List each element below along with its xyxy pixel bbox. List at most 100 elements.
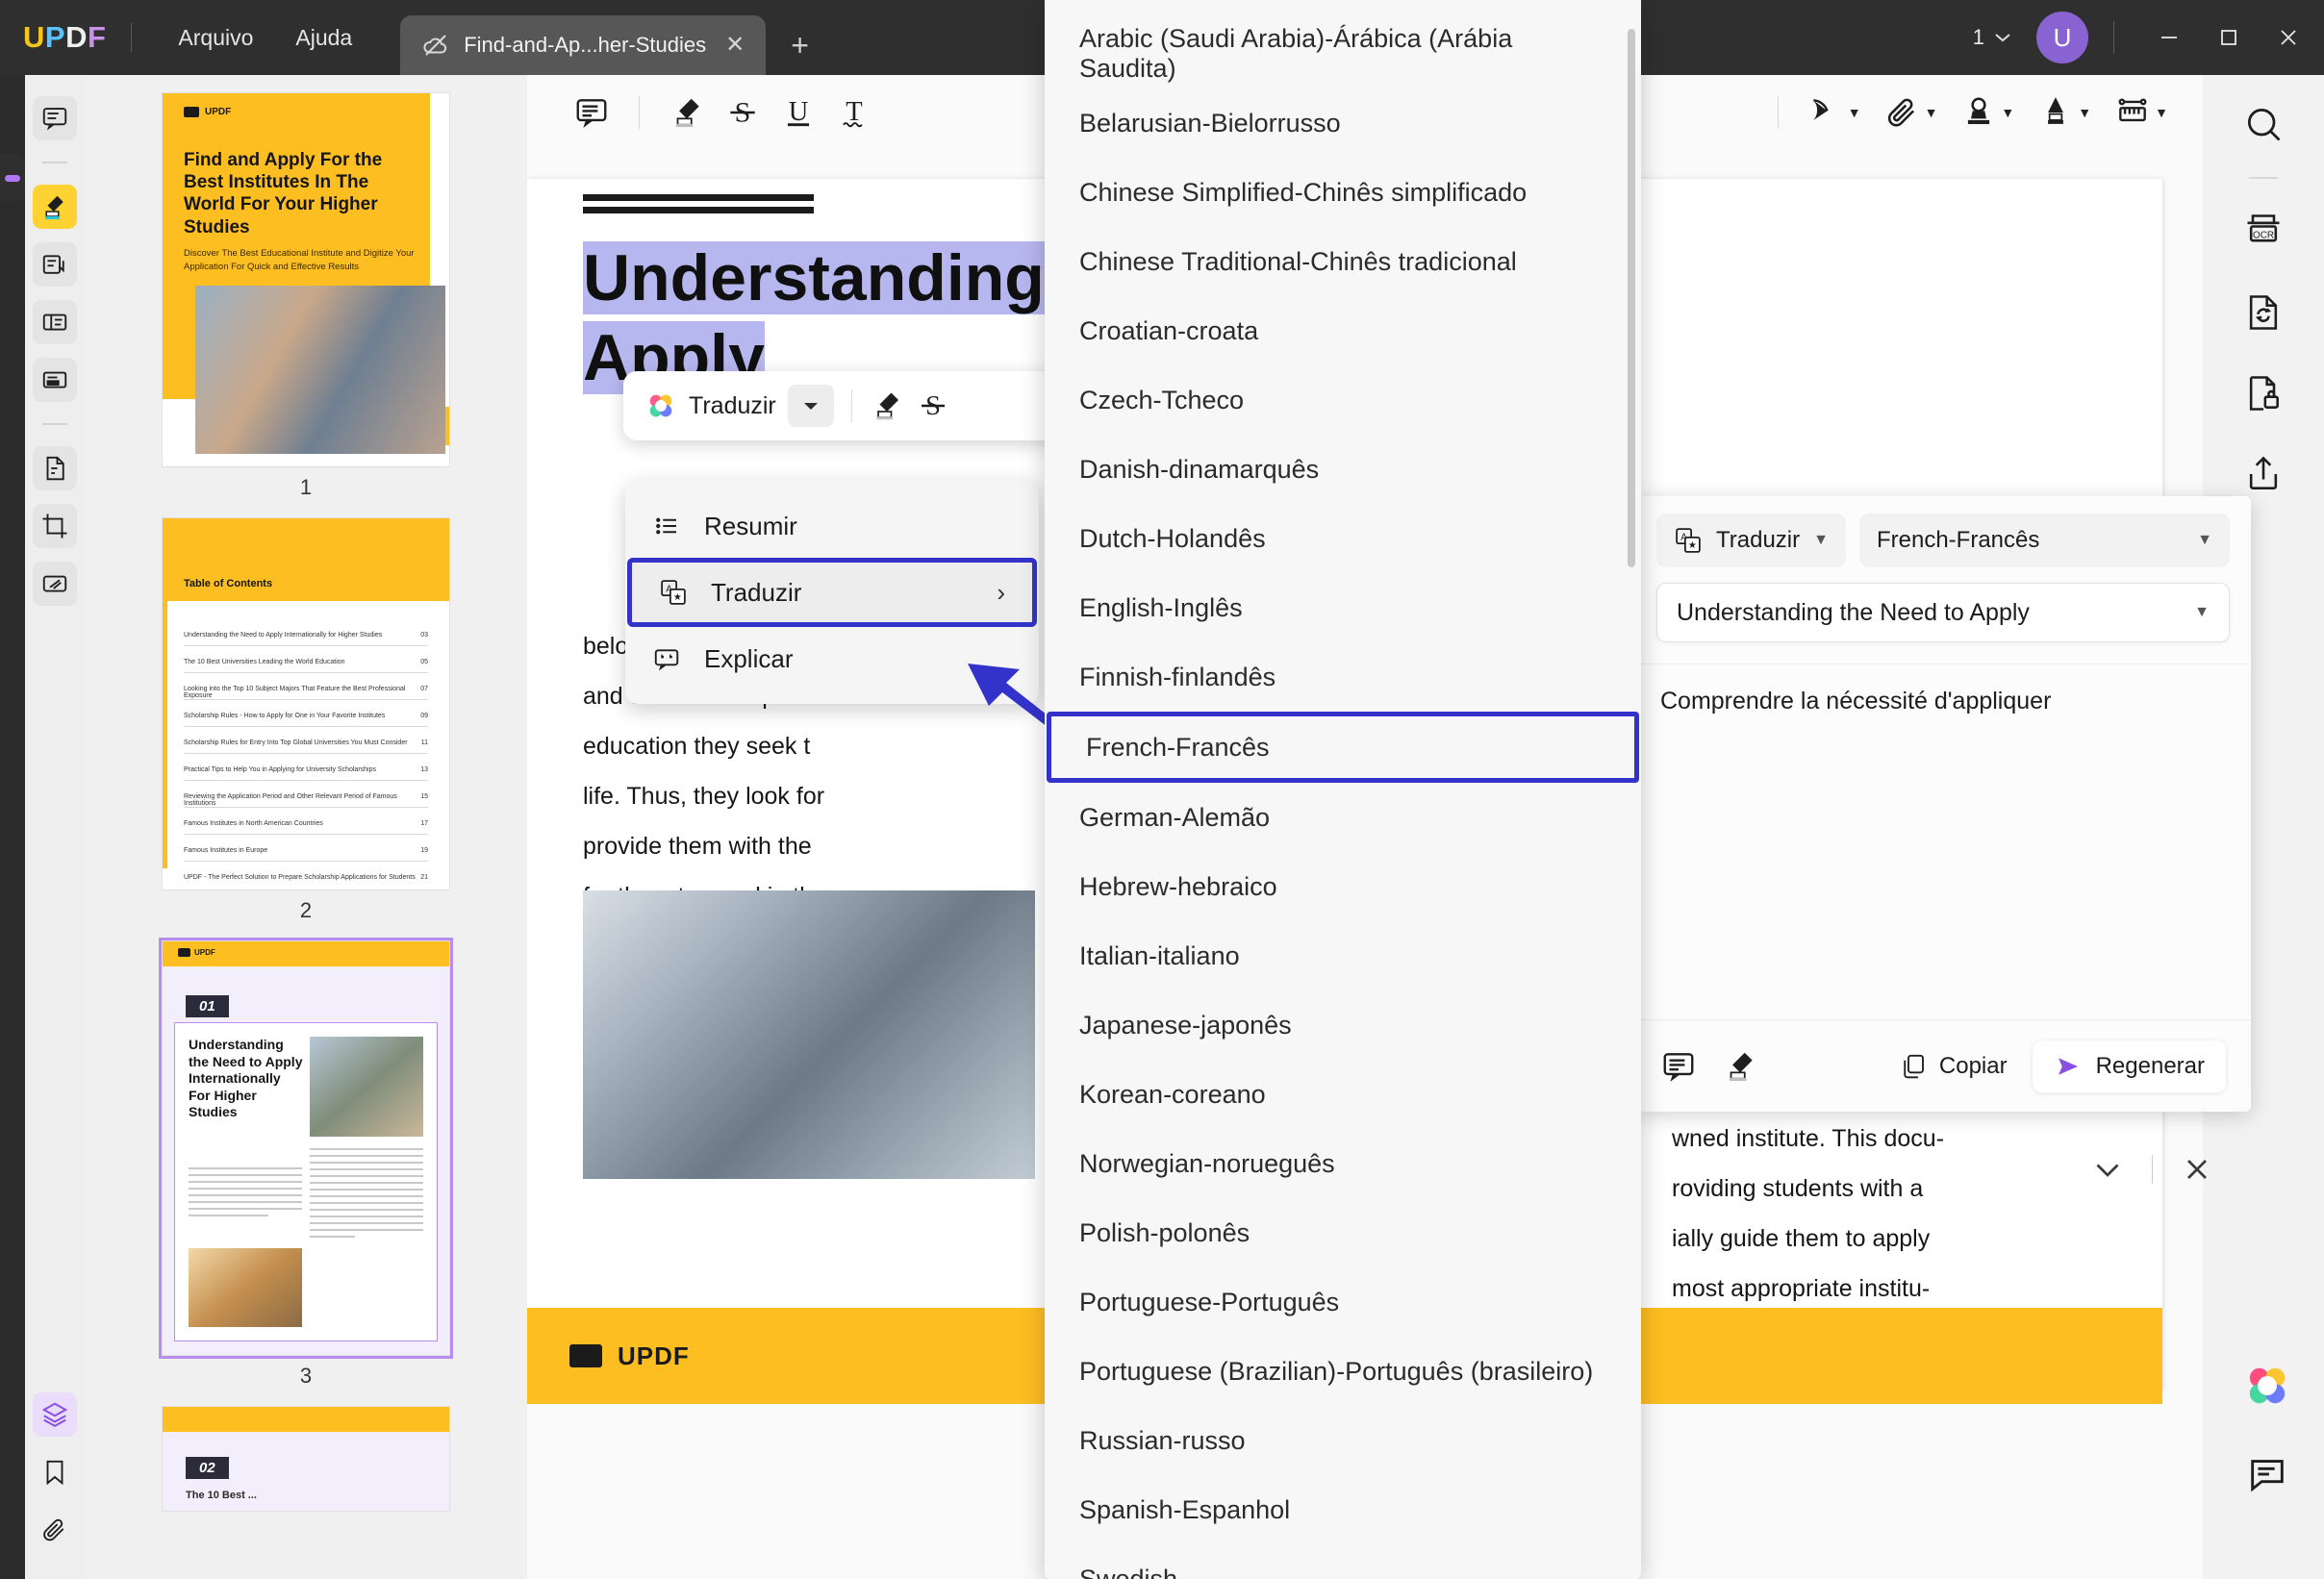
rail-item-ocr-tool[interactable]: OCR	[2236, 204, 2291, 260]
copy-button[interactable]: Copiar	[1899, 1052, 2008, 1081]
language-option-7[interactable]: Dutch-Holandês	[1045, 504, 1641, 573]
language-option-16[interactable]: Norwegian-norueguês	[1045, 1129, 1641, 1198]
rail-item-read-mode-tool[interactable]	[33, 300, 77, 344]
chevron-down-icon[interactable]: ▼	[2197, 532, 2212, 549]
squiggly-tool-button[interactable]: T	[826, 85, 882, 140]
window-close-button[interactable]	[2259, 8, 2318, 67]
ai-note-icon[interactable]	[1660, 1048, 1697, 1085]
language-option-11[interactable]: German-Alemão	[1045, 783, 1641, 852]
menu-ajuda[interactable]: Ajuda	[274, 17, 373, 59]
language-option-4[interactable]: Croatian-croata	[1045, 296, 1641, 365]
language-option-18[interactable]: Portuguese-Português	[1045, 1267, 1641, 1337]
context-menu-item-traduzir[interactable]: A ★ Traduzir ›	[627, 558, 1037, 627]
close-icon[interactable]: ✕	[725, 34, 745, 57]
language-option-12[interactable]: Hebrew-hebraico	[1045, 852, 1641, 921]
ai-assistant-button[interactable]	[2237, 1356, 2297, 1416]
language-option-22[interactable]: Swedish-	[1045, 1544, 1641, 1579]
rail-item-bookmarks-tool[interactable]	[33, 1450, 77, 1494]
language-option-2[interactable]: Chinese Simplified-Chinês simplificado	[1045, 158, 1641, 227]
selection-highlight-icon[interactable]	[870, 388, 904, 423]
menu-arquivo[interactable]: Arquivo	[157, 17, 274, 59]
language-option-21[interactable]: Spanish-Espanhol	[1045, 1475, 1641, 1544]
thumbnail-page-4[interactable]: 02 The 10 Best ...	[162, 1406, 450, 1512]
language-option-0[interactable]: Arabic (Saudi Arabia)-Árábica (Arábia Sa…	[1045, 19, 1641, 88]
highlight-tool-button[interactable]	[659, 85, 715, 140]
avatar[interactable]: U	[2036, 12, 2088, 63]
language-dropdown[interactable]: Arabic (Saudi Arabia)-Árábica (Arábia Sa…	[1045, 0, 1641, 1579]
measure-caret-icon[interactable]: ▼	[2155, 105, 2168, 120]
language-option-9[interactable]: Finnish-finlandês	[1045, 642, 1641, 712]
signature-caret-icon[interactable]: ▼	[2078, 105, 2091, 120]
rail-item-share-tool[interactable]	[2236, 446, 2291, 502]
ai-highlight-icon[interactable]	[1722, 1048, 1758, 1085]
selection-strikethrough-icon[interactable]: S	[916, 388, 950, 423]
thumbnail-item-4[interactable]: 02 The 10 Best ...	[162, 1406, 450, 1512]
language-option-5[interactable]: Czech-Tcheco	[1045, 365, 1641, 435]
language-option-6[interactable]: Danish-dinamarquês	[1045, 435, 1641, 504]
thumbnail-panel[interactable]: UPDF Find and Apply For the Best Institu…	[85, 75, 527, 1579]
minimize-button[interactable]	[2139, 8, 2199, 67]
document-tab[interactable]: Find-and-Ap...her-Studies ✕	[400, 15, 766, 75]
rail-item-organize-pages-tool[interactable]	[33, 242, 77, 287]
note-tool-button[interactable]	[564, 85, 619, 140]
page2-entry-9: UPDF - The Perfect Solution to Prepare S…	[184, 874, 428, 881]
rail-item-protect-tool[interactable]	[2236, 365, 2291, 421]
strikethrough-tool-button[interactable]: S	[715, 85, 770, 140]
maximize-button[interactable]	[2199, 8, 2259, 67]
close-panel-button[interactable]	[2174, 1146, 2220, 1192]
rail-item-comment-tool[interactable]	[33, 96, 77, 140]
rail-item-crop-tool[interactable]	[33, 504, 77, 548]
thumbnail-page-3[interactable]: UPDF 01 Understanding the Need to Apply …	[162, 940, 450, 1356]
language-option-15[interactable]: Korean-coreano	[1045, 1060, 1641, 1129]
rail-item-convert-tool[interactable]	[33, 446, 77, 490]
language-option-8[interactable]: English-Inglês	[1045, 573, 1641, 642]
thumbnail-page-1[interactable]: UPDF Find and Apply For the Best Institu…	[162, 92, 450, 467]
language-option-19[interactable]: Portuguese (Brazilian)-Português (brasil…	[1045, 1337, 1641, 1406]
thumbnail-item-1[interactable]: UPDF Find and Apply For the Best Institu…	[162, 92, 450, 500]
underline-tool-button[interactable]: U	[770, 85, 826, 140]
attachment-caret-icon[interactable]: ▼	[1925, 105, 1938, 120]
language-option-13[interactable]: Italian-italiano	[1045, 921, 1641, 990]
language-option-3[interactable]: Chinese Traditional-Chinês tradicional	[1045, 227, 1641, 296]
rail-item-highlight-tool[interactable]	[33, 185, 77, 229]
stamp-caret-icon[interactable]: ▼	[2001, 105, 2014, 120]
sidebar-collapse-handle[interactable]	[0, 154, 25, 202]
new-tab-button[interactable]: +	[791, 28, 809, 63]
rail-item-edit-pdf-tool[interactable]	[33, 358, 77, 402]
language-option-14[interactable]: Japanese-japonês	[1045, 990, 1641, 1060]
measure-tool-button[interactable]	[2105, 85, 2160, 140]
feedback-button[interactable]	[2237, 1444, 2297, 1504]
pen-caret-icon[interactable]: ▼	[1848, 105, 1861, 120]
page-counter[interactable]: 1	[1973, 25, 2011, 50]
collapse-panel-button[interactable]	[2084, 1146, 2131, 1192]
selection-toolbar[interactable]: Traduzir S	[623, 371, 1075, 440]
selection-ai-dropdown[interactable]	[788, 385, 834, 427]
language-option-1[interactable]: Belarusian-Bielorrusso	[1045, 88, 1641, 158]
regenerate-button[interactable]: Regenerar	[2033, 1040, 2226, 1092]
chevron-down-icon[interactable]: ▼	[1813, 532, 1829, 549]
attachment-tool-button[interactable]	[1875, 85, 1931, 140]
context-menu-item-resumir[interactable]: Resumir	[625, 494, 1039, 558]
language-dropdown-scrollbar[interactable]	[1628, 29, 1635, 567]
rail-item-batch-tool[interactable]	[33, 562, 77, 606]
thumbnail-item-2[interactable]: Table of Contents Understanding the Need…	[162, 517, 450, 923]
thumbnail-page-2[interactable]: Table of Contents Understanding the Need…	[162, 517, 450, 890]
ai-language-selector[interactable]: French-Francês ▼	[1859, 514, 2230, 567]
rail-item-layers-tool[interactable]	[33, 1392, 77, 1437]
pen-tool-button[interactable]	[1798, 85, 1854, 140]
signature-tool-button[interactable]	[2028, 85, 2084, 140]
rail-item-search-tool[interactable]	[2236, 96, 2291, 152]
thumbnail-item-3[interactable]: UPDF 01 Understanding the Need to Apply …	[162, 940, 450, 1389]
stamp-tool-button[interactable]	[1951, 85, 2007, 140]
rail-item-convert-tool[interactable]	[2236, 285, 2291, 340]
language-option-french[interactable]: French-Francês	[1047, 712, 1639, 783]
ai-mode-selector[interactable]: A ★ Traduzir ▼	[1656, 514, 1846, 567]
ai-source-field[interactable]: Understanding the Need to Apply ▼	[1656, 583, 2230, 642]
language-option-20[interactable]: Russian-russo	[1045, 1406, 1641, 1475]
chevron-down-icon[interactable]: ▼	[2194, 604, 2210, 621]
language-option-17[interactable]: Polish-polonês	[1045, 1198, 1641, 1267]
page2-entry-1-page: 05	[420, 659, 428, 665]
svg-text:OCR: OCR	[2253, 230, 2274, 240]
ai-translate-panel[interactable]: A ★ Traduzir ▼ French-Francês ▼ Understa…	[1635, 496, 2251, 1112]
rail-item-attachments-tool[interactable]	[33, 1508, 77, 1552]
